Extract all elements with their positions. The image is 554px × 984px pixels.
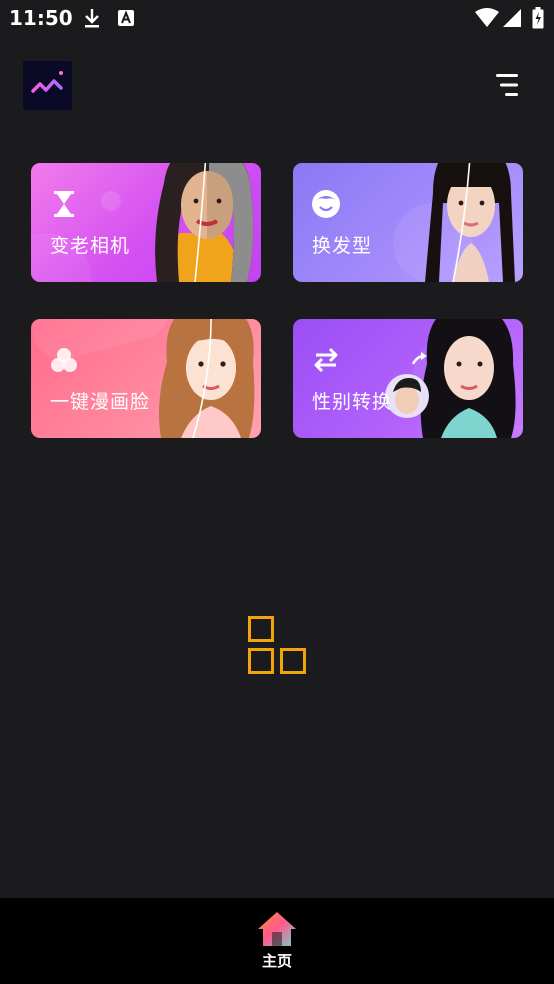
- nav-home-tab[interactable]: 主页: [247, 910, 307, 976]
- card-label: 性别转换: [312, 391, 393, 413]
- card-background: [31, 163, 261, 282]
- app-logo: [23, 61, 72, 110]
- triple-circle-icon: [49, 345, 79, 375]
- battery-icon: [531, 7, 545, 29]
- card-background: [293, 163, 523, 282]
- aging-camera-card[interactable]: 变老相机: [31, 163, 261, 282]
- card-background: [31, 319, 261, 438]
- gender-swap-card[interactable]: 性别转换: [293, 319, 523, 438]
- menu-button[interactable]: [492, 70, 526, 104]
- wifi-icon: [474, 7, 500, 29]
- gender-swap-portrait: [385, 319, 516, 438]
- card-label: 变老相机: [50, 235, 131, 257]
- comic-face-portrait: [159, 319, 255, 438]
- nav-home-label: 主页: [261, 952, 292, 970]
- aging-face-portrait: [155, 163, 254, 282]
- card-label: 换发型: [312, 235, 373, 257]
- home-icon: [258, 912, 296, 946]
- change-hairstyle-card[interactable]: 换发型: [293, 163, 523, 282]
- menu-icon: [496, 74, 518, 96]
- card-label: 一键漫画脸: [50, 391, 151, 413]
- mountain-chart-icon: [31, 71, 63, 93]
- bottom-navigation: 主页: [0, 898, 554, 984]
- font-icon: [116, 7, 136, 29]
- loading-indicator: [248, 616, 306, 674]
- hairstyle-portrait: [425, 163, 515, 282]
- comic-face-card[interactable]: 一键漫画脸: [31, 319, 261, 438]
- status-time: 11:50: [9, 6, 73, 30]
- status-bar: 11:50: [0, 0, 554, 36]
- swap-arrows-icon: [311, 345, 341, 375]
- signal-icon: [502, 7, 522, 29]
- card-background: [293, 319, 523, 438]
- download-icon: [82, 7, 102, 29]
- hourglass-icon: [49, 189, 79, 219]
- face-hair-icon: [311, 189, 341, 219]
- grid-squares-icon: [248, 616, 306, 674]
